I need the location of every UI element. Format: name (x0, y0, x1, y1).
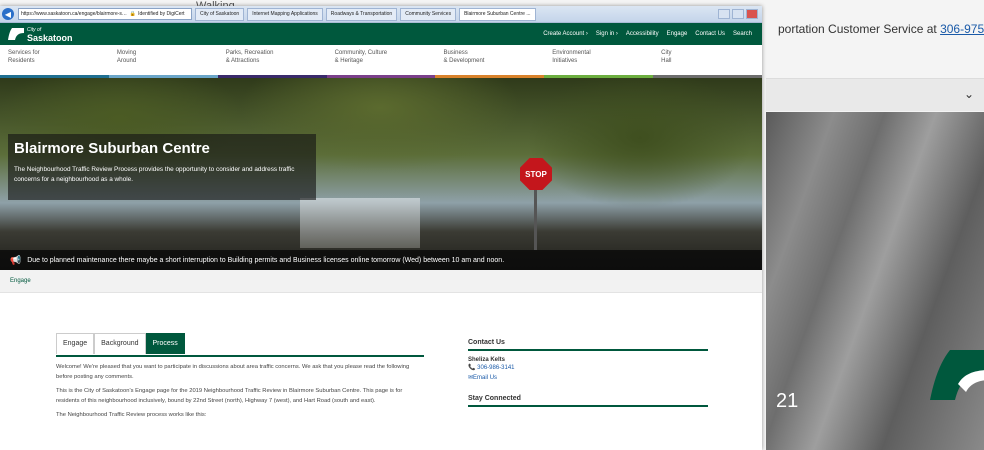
content-text: Welcome! We're pleased that you want to … (56, 363, 426, 426)
tab-underline (56, 355, 424, 357)
minimize-icon[interactable] (718, 9, 730, 19)
content-tabs: Engage Background Process (56, 333, 185, 354)
page-title: Blairmore Suburban Centre (14, 140, 210, 157)
maintenance-notice: 📢 Due to planned maintenance there maybe… (0, 250, 762, 270)
nav-line2: Around (116, 58, 137, 64)
sidebar: Contact Us Sheliza Kelts 📞 306-986-3141 … (468, 339, 708, 413)
stop-sign-post (534, 190, 537, 250)
nav-line1: Parks, Recreation (225, 50, 274, 56)
hero-description: The Neighbourhood Traffic Review Process… (14, 166, 295, 183)
content-area: Engage Background Process Welcome! We're… (0, 293, 762, 450)
tab-engage[interactable]: Engage (56, 333, 95, 354)
maximize-icon[interactable] (732, 9, 744, 19)
browser-window: ◀ https://www.saskatoon.ca/engage/blairm… (0, 6, 762, 450)
create-account-link[interactable]: Create Account › (543, 31, 588, 37)
paragraph-process: The Neighbourhood Traffic Review process… (56, 412, 207, 418)
saskatoon-logo-icon (930, 350, 984, 400)
breadcrumb-engage-link[interactable]: Engage (10, 278, 31, 284)
contact-phone[interactable]: 📞 306-986-3141 (468, 363, 708, 373)
nav-line2: Initiatives (552, 58, 578, 64)
top-links: Create Account › Sign in › Accessibility… (543, 31, 752, 37)
nav-item-environmental[interactable]: Environmental Initiatives (544, 45, 654, 78)
saskatoon-logo-mark-icon (8, 28, 24, 40)
slide-collapsible-bar[interactable]: ⌄ (766, 78, 984, 111)
nav-item-parks[interactable]: Parks, Recreation & Attractions (217, 45, 327, 78)
nav-line2: & Attractions (225, 58, 260, 64)
tab-process[interactable]: Process (145, 333, 185, 354)
nav-line2: Residents (8, 58, 35, 64)
contact-email[interactable]: ✉Email Us (468, 373, 708, 383)
nav-item-moving[interactable]: Moving Around (108, 45, 218, 78)
site-logo[interactable]: City of Saskatoon (8, 26, 73, 43)
lock-icon: 🔒 (129, 11, 137, 17)
breadcrumb: Engage (0, 270, 762, 293)
accessibility-link[interactable]: Accessibility (626, 31, 659, 37)
back-arrow-icon[interactable]: ◀ (2, 8, 14, 20)
paragraph-about: This is the City of Saskatoon's Engage p… (56, 388, 403, 404)
paragraph-welcome: Welcome! We're pleased that you want to … (56, 364, 410, 380)
chevron-down-icon[interactable]: ⌄ (964, 87, 974, 101)
nav-line2: & Development (443, 58, 485, 64)
contact-phone-number: 306-986-3141 (477, 365, 515, 371)
logo-text: City of Saskatoon (27, 26, 73, 43)
address-url: https://www.saskatoon.ca/engage/blairmor… (21, 11, 127, 17)
engage-link[interactable]: Engage (667, 31, 688, 37)
tab-background[interactable]: Background (94, 333, 146, 354)
sign-in-link[interactable]: Sign in › (596, 31, 618, 37)
hero-road-image (300, 198, 420, 248)
browser-tab-city[interactable]: City of Saskatoon (195, 7, 245, 21)
nav-line2: Hall (661, 58, 672, 64)
hero-text-panel: Blairmore Suburban Centre The Neighbourh… (8, 134, 316, 200)
slide-top-text-label: portation Customer Service at (778, 22, 941, 36)
browser-tab-community[interactable]: Community Services (400, 7, 457, 21)
browser-tab-roadways[interactable]: Roadways & Transportation (325, 7, 398, 21)
nav-line1: Moving (116, 50, 137, 56)
contact-us-heading: Contact Us (468, 339, 708, 351)
nav-item-city-hall[interactable]: City Hall (653, 45, 762, 78)
site-header: City of Saskatoon Create Account › Sign … (0, 23, 762, 45)
identified-label: Identified by DigiCert (138, 11, 185, 17)
nav-line1: Business (443, 50, 468, 56)
hero-banner: STOP Blairmore Suburban Centre The Neigh… (0, 78, 762, 270)
browser-tab-blairmore[interactable]: Blairmore Suburban Centre ... (459, 7, 536, 21)
window-controls (718, 9, 758, 19)
phone-icon: 📞 (468, 365, 478, 371)
contact-email-label: Email Us (473, 375, 498, 381)
nav-item-business[interactable]: Business & Development (435, 45, 545, 78)
slide-number: 21 (776, 390, 799, 412)
contact-us-link[interactable]: Contact Us (695, 31, 725, 37)
browser-chrome: ◀ https://www.saskatoon.ca/engage/blairm… (0, 6, 762, 23)
notice-text: Due to planned maintenance there maybe a… (27, 256, 505, 264)
browser-tab-mapping[interactable]: Internet Mapping Applications (247, 7, 323, 21)
nav-line2: & Heritage (334, 58, 363, 64)
nav-item-community[interactable]: Community, Culture & Heritage (326, 45, 436, 78)
stay-connected-heading: Stay Connected (468, 395, 708, 407)
nav-line1: City (661, 50, 672, 56)
main-nav: Services for Residents Moving Around Parks… (0, 45, 762, 78)
nav-line1: Services for (8, 50, 40, 56)
nav-item-services[interactable]: Services for Residents (0, 45, 109, 78)
address-bar[interactable]: https://www.saskatoon.ca/engage/blairmor… (18, 8, 192, 20)
stop-sign-icon: STOP (520, 158, 552, 190)
megaphone-icon: 📢 (10, 254, 22, 265)
slide-customer-service-text: portation Customer Service at 306-975-24… (778, 22, 984, 36)
search-link[interactable]: Search (733, 31, 752, 37)
nav-line1: Environmental (552, 50, 591, 56)
logo-name: Saskatoon (27, 33, 73, 43)
close-icon[interactable] (746, 9, 758, 19)
customer-service-phone-link[interactable]: 306-975-2454 (940, 22, 984, 36)
nav-line1: Community, Culture (334, 50, 388, 56)
